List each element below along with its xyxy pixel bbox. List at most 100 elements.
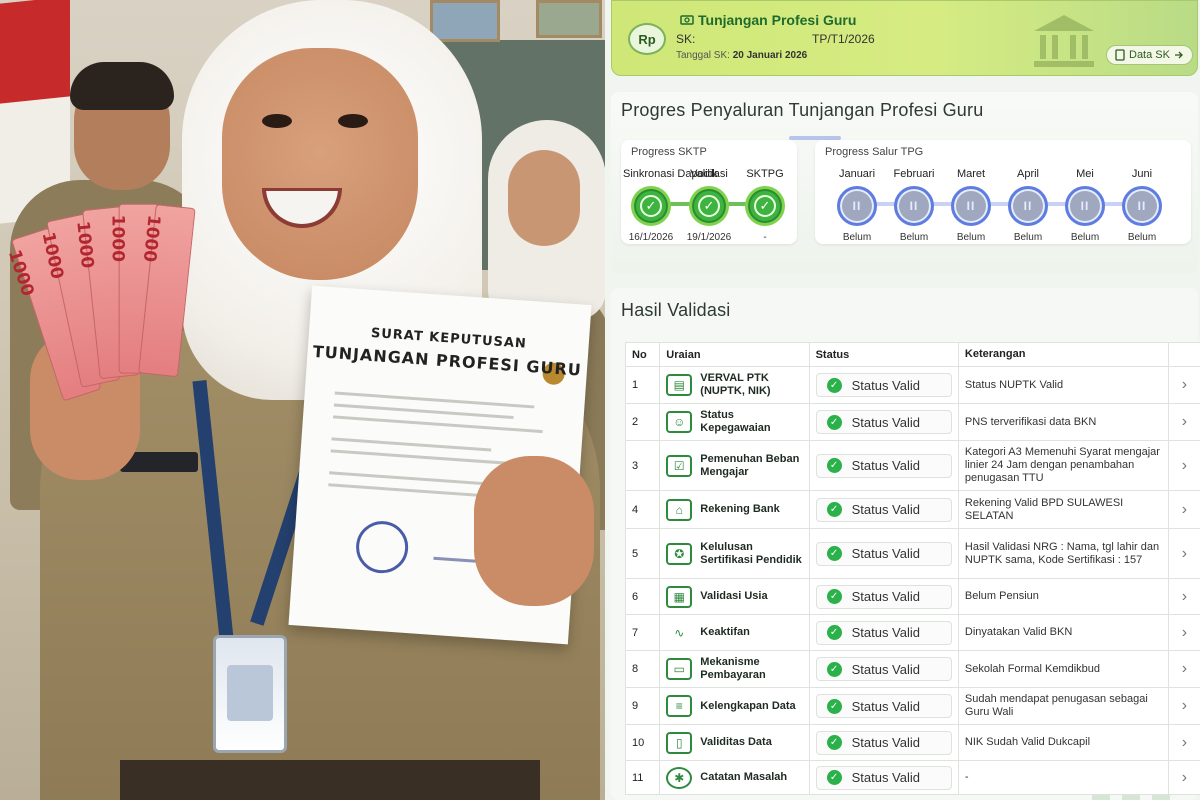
chevron-right-icon[interactable]: › bbox=[1167, 440, 1200, 491]
row-status: ✓ Status Valid bbox=[808, 724, 959, 761]
sk-card: Rp Tunjangan Profesi Guru SK: TP/T1/2026… bbox=[611, 0, 1198, 76]
smiling-face bbox=[222, 48, 418, 280]
status-badge: ✓ Status Valid bbox=[815, 765, 952, 790]
table-row[interactable]: 4 ⌂ Rekening Bank ✓ Status Valid Rekening … bbox=[624, 490, 1200, 529]
table-row[interactable]: 8 ▭ Mekanisme Pembayaran ✓ Status Valid Se… bbox=[624, 650, 1200, 688]
column-header-uraian: Uraian bbox=[659, 342, 810, 367]
status-text: Status Valid bbox=[851, 589, 921, 604]
status-text: Status Valid bbox=[851, 661, 921, 677]
chevron-right-icon[interactable]: › bbox=[1167, 366, 1200, 404]
wall-frame bbox=[430, 0, 500, 42]
status-text: Status Valid bbox=[851, 502, 921, 517]
sktp-step-date: 19/1/2026 bbox=[686, 232, 732, 243]
row-uraian-text: Catatan Masalah bbox=[700, 771, 788, 783]
chevron-right-icon[interactable]: › bbox=[1167, 614, 1200, 651]
id-badge-photo bbox=[227, 665, 273, 721]
row-status: ✓ Status Valid bbox=[808, 650, 959, 688]
chevron-right-icon[interactable]: › bbox=[1167, 760, 1200, 795]
sk-date-row: Tanggal SK: 20 Januari 2026 bbox=[676, 50, 807, 61]
chevron-right-icon[interactable]: › bbox=[1167, 528, 1200, 579]
chevron-right-icon[interactable]: › bbox=[1167, 724, 1200, 761]
tpg-month-label: Februari bbox=[893, 168, 935, 180]
tpg-month-step: Maret II Belum bbox=[943, 168, 999, 243]
progress-title: Progres Penyaluran Tunjangan Profesi Gur… bbox=[621, 100, 984, 120]
chevron-right-icon[interactable]: › bbox=[1167, 578, 1200, 615]
check-icon: ✓ bbox=[754, 195, 776, 217]
table-row[interactable]: 5 ✪ Kelulusan Sertifikasi Pendidik ✓ Statu… bbox=[624, 528, 1200, 579]
sktp-step: Validasi ✓ 19/1/2026 bbox=[681, 168, 737, 243]
pause-icon: II bbox=[1122, 186, 1162, 226]
banknote-label: 1000 bbox=[72, 220, 98, 270]
table-row[interactable]: 3 ☑ Pemenuhan Beban Mengajar ✓ Status Vali… bbox=[624, 440, 1200, 491]
sk-card-title: Tunjangan Profesi Guru bbox=[698, 12, 857, 28]
row-number: 4 bbox=[624, 490, 661, 529]
tpg-month-status: Belum bbox=[1013, 232, 1043, 243]
check-circle-icon: ✓ bbox=[826, 502, 842, 517]
status-badge: ✓ Status Valid bbox=[815, 541, 952, 566]
table-row[interactable]: 10 ▯ Validitas Data ✓ Status Valid NIK Sud… bbox=[624, 724, 1200, 761]
row-keterangan: Belum Pensiun bbox=[957, 578, 1169, 615]
status-text: Status Valid bbox=[851, 698, 921, 714]
check-circle-icon: ✓ bbox=[826, 589, 842, 604]
check-circle-icon: ✓ bbox=[826, 414, 842, 430]
chevron-right-icon[interactable]: › bbox=[1167, 490, 1200, 529]
row-status: ✓ Status Valid bbox=[808, 687, 959, 725]
chevron-right-icon[interactable]: › bbox=[1167, 687, 1200, 725]
table-row[interactable]: 9 ≡ Kelengkapan Data ✓ Status Valid Sudah … bbox=[624, 687, 1200, 725]
row-uraian: ✱ Catatan Masalah bbox=[659, 760, 810, 795]
row-keterangan: Kategori A3 Memenuhi Syarat mengajar lin… bbox=[957, 440, 1169, 491]
chevron-right-icon[interactable]: › bbox=[1167, 650, 1200, 688]
row-status: ✓ Status Valid bbox=[808, 403, 959, 441]
status-text: Status Valid bbox=[851, 546, 921, 561]
tpg-month-label: Mei bbox=[1076, 168, 1094, 180]
chevron-right-icon[interactable]: › bbox=[1167, 403, 1200, 441]
table-row[interactable]: 2 ☺ Status Kepegawaian ✓ Status Valid PNS … bbox=[624, 403, 1200, 441]
progress-card: Progres Penyaluran Tunjangan Profesi Gur… bbox=[611, 92, 1198, 274]
status-badge: ✓ Status Valid bbox=[815, 410, 952, 434]
row-keterangan: Dinyatakan Valid BKN bbox=[957, 614, 1169, 651]
activity-icon: ∿ bbox=[674, 625, 685, 640]
row-status: ✓ Status Valid bbox=[808, 528, 959, 579]
table-row[interactable]: 11 ✱ Catatan Masalah ✓ Status Valid - › bbox=[624, 760, 1200, 795]
row-number: 3 bbox=[624, 440, 661, 491]
document-text-line bbox=[331, 437, 492, 452]
row-uraian: ▯ Validitas Data bbox=[659, 724, 810, 761]
row-uraian: ∿ Keaktifan bbox=[659, 614, 810, 651]
status-text: Status Valid bbox=[851, 735, 921, 750]
eye bbox=[338, 114, 368, 128]
check-circle-icon: ✓ bbox=[826, 661, 842, 677]
bank-icon: ⌂ bbox=[666, 498, 693, 521]
row-number: 7 bbox=[624, 614, 661, 651]
column-header-no: No bbox=[624, 342, 661, 367]
status-badge: ✓ Status Valid bbox=[815, 730, 952, 755]
bank-building-icon bbox=[1034, 15, 1094, 67]
data-sk-button[interactable]: Data SK bbox=[1106, 45, 1193, 65]
table-row[interactable]: 1 ▤ VERVAL PTK (NUPTK, NIK) ✓ Status Valid… bbox=[624, 366, 1200, 404]
row-uraian: ▭ Mekanisme Pembayaran bbox=[659, 650, 810, 688]
tpg-month-step: Februari II Belum bbox=[886, 168, 942, 243]
row-uraian-text: Rekening Bank bbox=[700, 503, 780, 515]
row-uraian-text: Status Kepegawaian bbox=[700, 409, 771, 434]
background-teacher-man-hair bbox=[70, 62, 174, 110]
row-uraian-text: Pemenuhan Beban Mengajar bbox=[700, 452, 800, 478]
table-row[interactable]: 6 ▦ Validasi Usia ✓ Status Valid Belum Pen… bbox=[624, 578, 1200, 615]
row-status: ✓ Status Valid bbox=[808, 440, 959, 491]
check-circle-icon: ✓ bbox=[826, 625, 842, 640]
row-keterangan: Sekolah Formal Kemdikbud bbox=[957, 650, 1169, 688]
tpg-header: Progress Salur TPG bbox=[825, 146, 924, 158]
eye bbox=[262, 114, 292, 128]
banknote-label: 1000 bbox=[3, 247, 38, 299]
tpg-month-step: Mei II Belum bbox=[1057, 168, 1113, 243]
status-badge: ✓ Status Valid bbox=[815, 584, 952, 609]
row-uraian-text: VERVAL PTK (NUPTK, NIK) bbox=[700, 372, 771, 397]
row-status: ✓ Status Valid bbox=[808, 578, 959, 615]
row-number: 2 bbox=[624, 403, 661, 441]
table-row[interactable]: 7 ∿ Keaktifan ✓ Status Valid Dinyatakan Va… bbox=[624, 614, 1200, 651]
arrow-right-icon bbox=[1174, 51, 1183, 59]
tpg-month-status: Belum bbox=[1070, 232, 1100, 243]
row-uraian: ≡ Kelengkapan Data bbox=[659, 687, 810, 725]
column-header-action bbox=[1167, 342, 1200, 367]
tpg-month-label: April bbox=[1016, 168, 1039, 180]
check-circle-icon: ✓ bbox=[826, 546, 842, 561]
tpg-month-step: April II Belum bbox=[1000, 168, 1056, 243]
